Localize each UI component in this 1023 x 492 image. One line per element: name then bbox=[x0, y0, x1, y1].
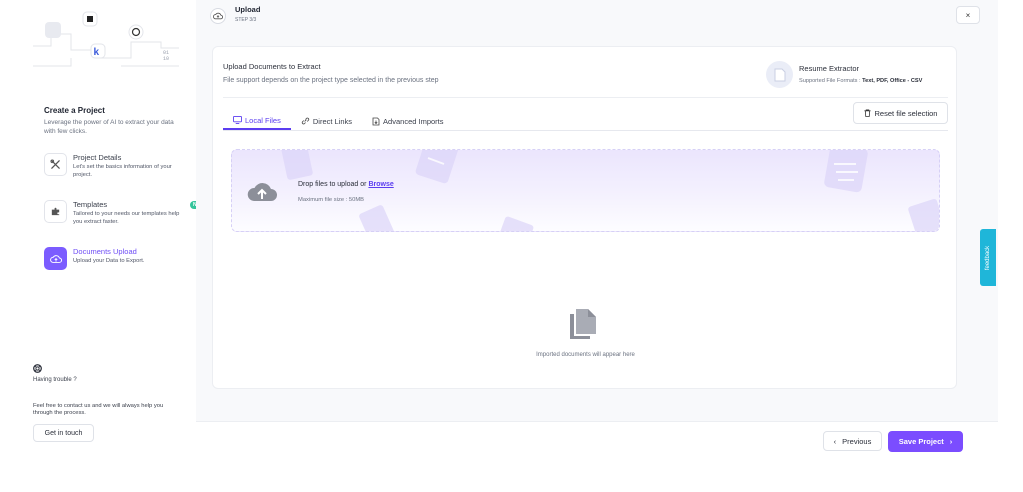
get-in-touch-button[interactable]: Get in touch bbox=[33, 424, 94, 442]
step-templates[interactable]: Templates NEW Tailored to your needs our… bbox=[44, 200, 208, 236]
puzzle-icon bbox=[44, 200, 67, 223]
page-title: Upload bbox=[235, 5, 261, 14]
app-window: k 01 10 Create a Project Leverage the po… bbox=[17, 0, 998, 455]
reset-label: Reset file selection bbox=[874, 108, 938, 118]
dropzone-background-pattern bbox=[281, 150, 939, 231]
main-panel: Upload STEP 3/3 × Upload Documents to Ex… bbox=[196, 0, 998, 455]
file-dropzone[interactable]: Drop files to upload or Browse Maximum f… bbox=[231, 149, 940, 232]
step-description: Upload your Data to Export. bbox=[73, 258, 145, 264]
card-title: Upload Documents to Extract bbox=[223, 62, 321, 71]
previous-button[interactable]: ‹ Previous bbox=[823, 431, 882, 451]
monitor-icon bbox=[233, 116, 242, 124]
supported-formats: Supported File Formats : Text, PDF, Offi… bbox=[799, 78, 923, 84]
reset-file-selection-button[interactable]: Reset file selection bbox=[853, 102, 948, 124]
step-label: Project Details bbox=[73, 153, 122, 162]
close-button[interactable]: × bbox=[956, 6, 980, 24]
tabs-underline bbox=[223, 130, 948, 131]
footer-bar: ‹ Previous Save Project › bbox=[196, 421, 998, 455]
sidebar-title: Create a Project bbox=[44, 106, 105, 115]
step-label: Templates bbox=[73, 200, 108, 209]
tab-advanced-imports[interactable]: Advanced Imports bbox=[362, 112, 453, 130]
save-project-button[interactable]: Save Project › bbox=[888, 431, 963, 452]
browse-link[interactable]: Browse bbox=[368, 181, 393, 188]
divider bbox=[223, 97, 948, 98]
trash-icon bbox=[863, 109, 871, 117]
card-subtitle: File support depends on the project type… bbox=[223, 77, 439, 84]
chevron-right-icon: › bbox=[949, 437, 953, 446]
import-tabs: Local Files Direct Links Advanced Import… bbox=[223, 112, 454, 130]
sidebar: k 01 10 Create a Project Leverage the po… bbox=[17, 0, 208, 455]
upload-card: Upload Documents to Extract File support… bbox=[212, 46, 957, 389]
dropzone-text: Drop files to upload or Browse bbox=[298, 181, 394, 188]
step-description: Tailored to your needs our templates hel… bbox=[73, 211, 180, 225]
illustration-letter: k bbox=[94, 47, 100, 58]
tab-local-files[interactable]: Local Files bbox=[223, 112, 291, 130]
step-indicator: STEP 3/3 bbox=[235, 17, 257, 23]
contact-text: Feel free to contact us and we will alwa… bbox=[33, 403, 164, 416]
trouble-text: Having trouble ? bbox=[33, 377, 77, 383]
step-description: Let's set the basics information of your… bbox=[73, 164, 172, 178]
header-illustration: k 01 10 bbox=[33, 11, 179, 67]
step-label: Documents Upload bbox=[73, 247, 137, 256]
step-project-details[interactable]: Project Details Let's set the basics inf… bbox=[44, 153, 194, 189]
empty-state-text: Imported documents will appear here bbox=[536, 352, 635, 358]
cloud-upload-icon bbox=[44, 247, 67, 270]
feedback-tab[interactable]: feedback bbox=[980, 229, 996, 286]
extractor-title: Resume Extractor bbox=[799, 64, 860, 73]
document-icon bbox=[766, 61, 793, 88]
tab-direct-links[interactable]: Direct Links bbox=[291, 112, 362, 130]
import-icon bbox=[372, 117, 380, 125]
documents-icon bbox=[570, 309, 596, 339]
tools-icon bbox=[44, 153, 67, 176]
max-file-size: Maximum file size : 50MB bbox=[298, 197, 365, 203]
chevron-left-icon: ‹ bbox=[833, 436, 837, 446]
lifebuoy-icon bbox=[33, 364, 42, 373]
sidebar-subtitle: Leverage the power of AI to extract your… bbox=[44, 119, 174, 135]
feedback-label: feedback bbox=[985, 245, 992, 270]
cloud-upload-icon bbox=[247, 183, 277, 201]
cloud-upload-icon bbox=[210, 8, 226, 24]
step-documents-upload[interactable]: Documents Upload Upload your Data to Exp… bbox=[44, 247, 194, 283]
link-icon bbox=[301, 117, 309, 125]
svg-text:10: 10 bbox=[163, 56, 169, 62]
